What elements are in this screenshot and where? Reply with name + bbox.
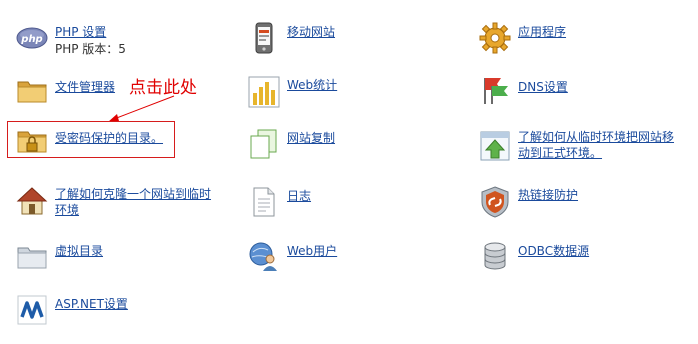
password-protected-dirs-link[interactable]: 受密码保护的目录。 <box>55 131 163 146</box>
php-icon: php <box>16 22 48 54</box>
site-copy-link[interactable]: 网站复制 <box>287 131 335 146</box>
odbc-datasource-item[interactable]: ODBC数据源 <box>479 238 599 274</box>
gear-icon <box>479 22 511 54</box>
shield-icon <box>479 186 511 218</box>
web-users-link[interactable]: Web用户 <box>287 244 337 259</box>
hotlink-protection-link[interactable]: 热链接防护 <box>518 188 578 203</box>
web-user-icon <box>248 240 280 272</box>
staging-to-live-link-line1[interactable]: 了解如何从临时环境把网站移 <box>518 130 674 145</box>
folder-icon <box>16 240 48 272</box>
logs-link[interactable]: 日志 <box>287 189 311 204</box>
house-icon <box>16 185 48 217</box>
document-icon <box>248 186 280 218</box>
dns-settings-link[interactable]: DNS设置 <box>518 80 568 95</box>
mobile-site-item[interactable]: 移动网站 <box>248 20 358 56</box>
svg-text:php: php <box>20 34 42 45</box>
upload-icon <box>479 130 511 162</box>
staging-to-live-link-line2[interactable]: 动到正式环境。 <box>518 146 602 161</box>
folder-icon <box>16 74 48 106</box>
copy-icon <box>248 128 280 160</box>
bar-chart-icon <box>248 76 280 108</box>
mobile-phone-icon <box>248 22 280 54</box>
mobile-site-link[interactable]: 移动网站 <box>287 25 335 40</box>
password-protected-dirs-item[interactable]: 受密码保护的目录。 <box>16 124 171 156</box>
site-copy-item[interactable]: 网站复制 <box>248 126 358 162</box>
dotnet-icon <box>16 294 48 326</box>
php-settings-link[interactable]: PHP 设置 <box>55 25 106 40</box>
php-version-text: PHP 版本：5 <box>55 42 126 56</box>
hotlink-protection-item[interactable]: 热链接防护 <box>479 184 589 220</box>
applications-link[interactable]: 应用程序 <box>518 25 566 40</box>
php-settings-item[interactable]: php PHP 设置 PHP 版本：5 <box>16 20 216 60</box>
aspnet-settings-link[interactable]: ASP.NET设置 <box>55 297 128 312</box>
odbc-datasource-link[interactable]: ODBC数据源 <box>518 244 589 259</box>
web-stats-link[interactable]: Web统计 <box>287 78 337 93</box>
applications-item[interactable]: 应用程序 <box>479 20 589 56</box>
clone-site-link-line1[interactable]: 了解如何克隆一个网站到临时 <box>55 187 211 202</box>
dns-settings-item[interactable]: DNS设置 <box>479 72 589 108</box>
clone-site-link-line2[interactable]: 环境 <box>55 203 79 218</box>
logs-item[interactable]: 日志 <box>248 184 338 220</box>
web-users-item[interactable]: Web用户 <box>248 238 358 274</box>
web-stats-item[interactable]: Web统计 <box>248 72 358 110</box>
clone-site-item[interactable]: 了解如何克隆一个网站到临时 环境 <box>16 184 231 220</box>
flags-icon <box>479 74 511 106</box>
locked-folder-icon <box>16 124 48 156</box>
virtual-directory-link[interactable]: 虚拟目录 <box>55 244 103 259</box>
virtual-directory-item[interactable]: 虚拟目录 <box>16 238 126 272</box>
database-icon <box>479 240 511 272</box>
staging-to-live-item[interactable]: 了解如何从临时环境把网站移 动到正式环境。 <box>479 128 694 164</box>
aspnet-settings-item[interactable]: ASP.NET设置 <box>16 292 146 326</box>
